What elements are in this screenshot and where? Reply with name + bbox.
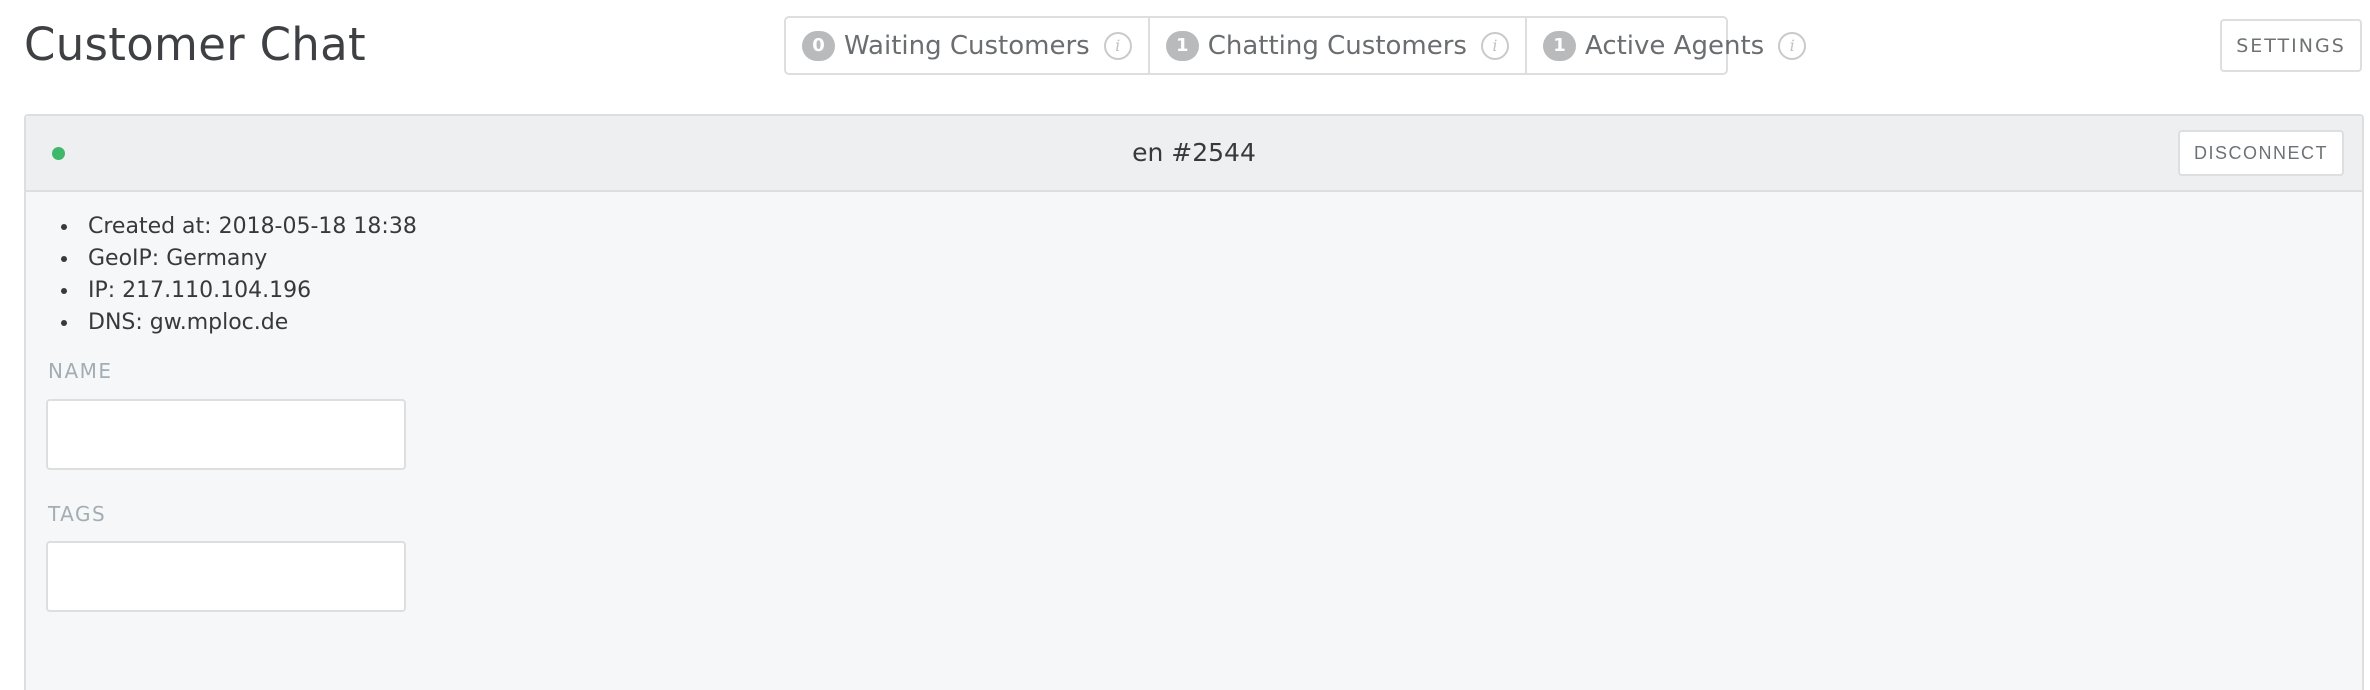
active-agents-label: Active Agents — [1584, 30, 1765, 61]
info-created-at: Created at: 2018-05-18 18:38 — [80, 211, 417, 243]
chat-title: en #2544 — [1132, 138, 1256, 167]
info-dns: DNS: gw.mploc.de — [80, 307, 417, 339]
chatting-count-badge: 1 — [1165, 30, 1199, 61]
page-title: Customer Chat — [24, 18, 366, 71]
stat-waiting-customers[interactable]: 0 Waiting Customers i — [786, 18, 1150, 73]
chat-panel: en #2544 DISCONNECT Created at: 2018-05-… — [24, 114, 2364, 690]
info-ip: IP: 217.110.104.196 — [80, 275, 417, 307]
info-icon[interactable]: i — [1103, 31, 1132, 60]
disconnect-button[interactable]: DISCONNECT — [2178, 130, 2344, 176]
customer-chat-page: Customer Chat 0 Waiting Customers i 1 Ch… — [0, 0, 2370, 690]
waiting-customers-label: Waiting Customers — [844, 30, 1090, 61]
stat-chatting-customers[interactable]: 1 Chatting Customers i — [1150, 18, 1527, 73]
tags-field-label: TAGS — [48, 502, 107, 526]
chatting-customers-label: Chatting Customers — [1207, 30, 1467, 61]
stat-active-agents[interactable]: 1 Active Agents i — [1527, 18, 1822, 73]
info-icon[interactable]: i — [1778, 31, 1807, 60]
chat-panel-header: en #2544 DISCONNECT — [26, 116, 2362, 192]
tags-input[interactable] — [46, 541, 406, 612]
name-field-label: NAME — [48, 359, 113, 383]
chat-stats-bar: 0 Waiting Customers i 1 Chatting Custome… — [784, 16, 1807, 75]
info-icon[interactable]: i — [1480, 31, 1509, 60]
info-geoip: GeoIP: Germany — [80, 243, 417, 275]
name-input[interactable] — [46, 399, 406, 470]
settings-button[interactable]: SETTINGS — [2220, 19, 2362, 72]
customer-info-list: Created at: 2018-05-18 18:38 GeoIP: Germ… — [80, 211, 417, 339]
active-agents-count-badge: 1 — [1542, 30, 1576, 61]
waiting-count-badge: 0 — [802, 30, 835, 61]
